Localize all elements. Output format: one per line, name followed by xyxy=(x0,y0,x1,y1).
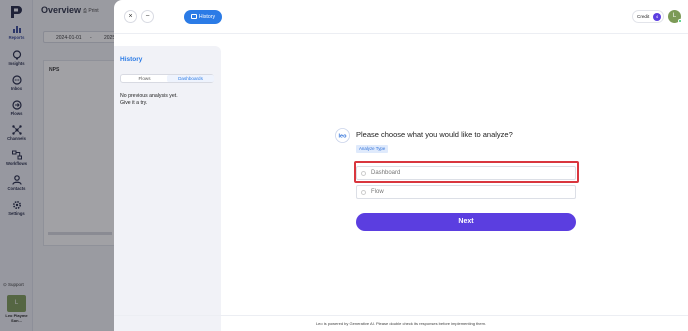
next-button[interactable]: Next xyxy=(356,213,576,231)
minimize-button[interactable]: − xyxy=(141,10,154,23)
credit-count: 4 xyxy=(653,13,661,21)
history-tabs: Flows Dashboards xyxy=(120,74,214,83)
ai-disclaimer: Leo is powered by Generative AI. Please … xyxy=(114,315,688,331)
user-avatar[interactable]: L xyxy=(668,10,682,23)
empty-line-1: No previous analysis yet. xyxy=(120,93,178,99)
selection-highlight xyxy=(354,161,579,183)
option-flow[interactable]: Flow xyxy=(356,185,576,199)
option-label: Flow xyxy=(371,189,384,195)
empty-line-2: Give it a try. xyxy=(120,100,148,106)
user-initial: L xyxy=(672,13,677,19)
radio-icon xyxy=(361,189,366,195)
close-button[interactable]: × xyxy=(124,10,137,23)
credit-badge: Credit 4 xyxy=(632,10,664,23)
tab-dashboards[interactable]: Dashboards xyxy=(167,75,214,82)
close-icon: × xyxy=(128,13,133,20)
svg-text:leo: leo xyxy=(339,134,348,140)
analysis-question: Please choose what you would like to ana… xyxy=(356,130,513,139)
history-title: History xyxy=(120,56,143,63)
analyze-type-badge: Analyze Type xyxy=(356,145,389,153)
online-status-icon xyxy=(678,19,682,23)
history-empty-state: No previous analysis yet. Give it a try. xyxy=(120,93,178,107)
leo-analysis-modal: × − History Credit 4 L History Flows Das… xyxy=(114,0,688,331)
modal-header: × − History Credit 4 L xyxy=(114,0,688,34)
history-panel: History Flows Dashboards No previous ana… xyxy=(114,46,221,331)
credit-label: Credit xyxy=(637,14,650,19)
history-button[interactable]: History xyxy=(184,10,222,24)
leo-assistant-icon: leo xyxy=(335,128,350,143)
tab-flows[interactable]: Flows xyxy=(121,75,168,82)
history-icon xyxy=(190,14,197,19)
minus-icon: − xyxy=(145,13,150,20)
history-button-label: History xyxy=(198,14,216,20)
